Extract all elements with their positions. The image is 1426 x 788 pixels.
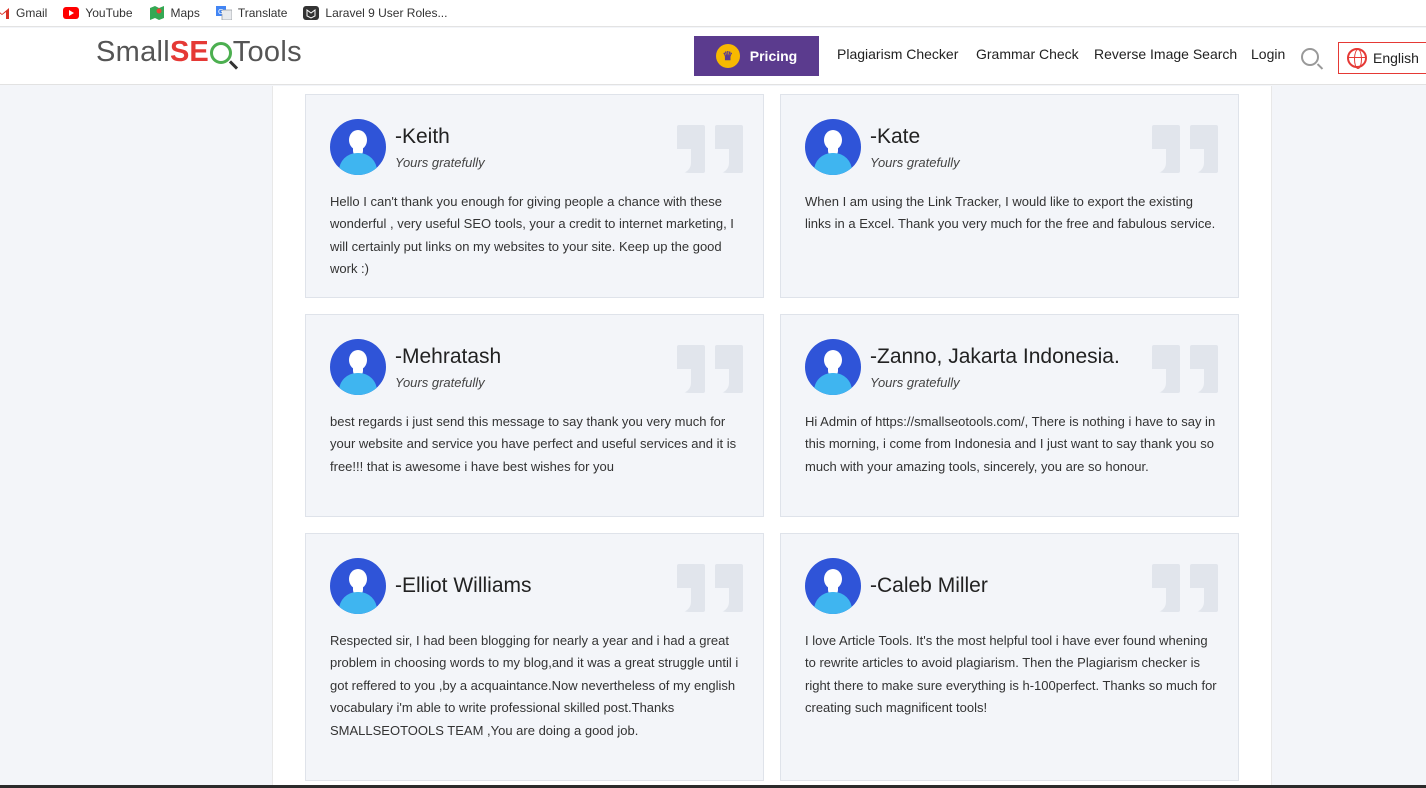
language-selector[interactable]: English xyxy=(1338,42,1426,74)
testimonial-card: -Elliot Williams Respected sir, I had be… xyxy=(305,533,764,781)
svg-text:G: G xyxy=(218,8,223,16)
testimonial-card: -Keith Yours gratefully Hello I can't th… xyxy=(305,94,764,298)
avatar xyxy=(330,339,386,395)
testimonial-card: -Kate Yours gratefully When I am using t… xyxy=(780,94,1239,298)
bookmark-label: Gmail xyxy=(16,6,48,20)
bookmark-translate[interactable]: G Translate xyxy=(215,6,288,21)
avatar xyxy=(805,339,861,395)
bookmark-label: Translate xyxy=(237,6,288,20)
bookmark-youtube[interactable]: YouTube xyxy=(63,6,133,20)
testimonial-name: -Caleb Miller xyxy=(870,574,988,597)
quote-icon xyxy=(1152,125,1218,173)
testimonial-text: When I am using the Link Tracker, I woul… xyxy=(805,194,1216,232)
nav-grammar-check[interactable]: Grammar Check xyxy=(976,46,1079,62)
gmail-icon xyxy=(0,6,10,20)
logo-text-seo: SE xyxy=(170,36,209,68)
testimonial-subtitle: Yours gratefully xyxy=(395,375,485,390)
pricing-label: Pricing xyxy=(749,48,798,64)
bookmark-maps[interactable]: Maps xyxy=(149,6,200,20)
testimonial-text: I love Article Tools. It's the most help… xyxy=(805,633,1217,716)
testimonial-card: -Mehratash Yours gratefully best regards… xyxy=(305,314,764,517)
quote-icon xyxy=(1152,564,1218,612)
bookmark-label: Maps xyxy=(170,6,200,20)
bookmark-gmail[interactable]: Gmail xyxy=(0,6,47,20)
language-label: English xyxy=(1373,50,1419,66)
youtube-icon xyxy=(63,6,80,20)
magnifier-icon xyxy=(209,41,232,64)
testimonial-name: -Keith xyxy=(395,125,450,148)
globe-icon xyxy=(1347,48,1367,69)
testimonial-card: -Zanno, Jakarta Indonesia. Yours gratefu… xyxy=(780,314,1239,517)
testimonial-subtitle: Yours gratefully xyxy=(870,375,960,390)
testimonial-text: Hi Admin of https://smallseotools.com/, … xyxy=(805,414,1216,474)
testimonial-text: best regards i just send this message to… xyxy=(330,414,737,474)
bookmark-laravel[interactable]: Laravel 9 User Roles... xyxy=(303,6,447,20)
bookmark-label: Laravel 9 User Roles... xyxy=(325,6,448,20)
bookmarks-bar: Gmail YouTube Maps G Translate Laravel 9… xyxy=(0,0,1426,27)
laravel-icon xyxy=(303,6,320,20)
avatar xyxy=(805,558,861,614)
testimonial-text: Respected sir, I had been blogging for n… xyxy=(330,633,739,738)
avatar xyxy=(805,119,861,175)
testimonial-name: -Zanno, Jakarta Indonesia. xyxy=(870,345,1120,368)
nav-reverse-image-search[interactable]: Reverse Image Search xyxy=(1094,46,1237,62)
testimonial-subtitle: Yours gratefully xyxy=(870,155,960,170)
avatar xyxy=(330,558,386,614)
quote-icon xyxy=(677,125,743,173)
testimonials-section: -Keith Yours gratefully Hello I can't th… xyxy=(272,86,1272,788)
quote-icon xyxy=(1152,345,1218,393)
logo-text-small: Small xyxy=(96,36,171,68)
testimonial-subtitle: Yours gratefully xyxy=(395,155,485,170)
bookmark-label: YouTube xyxy=(85,6,133,20)
site-logo[interactable]: Small SE Tools xyxy=(96,36,302,69)
crown-icon: ♛ xyxy=(715,44,740,68)
pricing-button[interactable]: ♛ Pricing xyxy=(694,36,819,76)
logo-text-tools: Tools xyxy=(232,36,302,68)
nav-plagiarism-checker[interactable]: Plagiarism Checker xyxy=(837,46,958,62)
testimonial-name: -Elliot Williams xyxy=(395,574,532,597)
testimonial-name: -Kate xyxy=(870,125,921,148)
testimonial-text: Hello I can't thank you enough for givin… xyxy=(330,194,734,277)
testimonial-name: -Mehratash xyxy=(395,345,502,368)
search-icon[interactable] xyxy=(1301,48,1319,66)
nav-login[interactable]: Login xyxy=(1251,46,1285,62)
site-header: Small SE Tools ♛ Pricing Plagiarism Checke… xyxy=(0,28,1426,85)
quote-icon xyxy=(677,345,743,393)
translate-icon: G xyxy=(215,6,233,21)
maps-icon xyxy=(149,6,165,20)
quote-icon xyxy=(677,564,743,612)
avatar xyxy=(330,119,386,175)
testimonial-card: -Caleb Miller I love Article Tools. It's… xyxy=(780,533,1239,781)
